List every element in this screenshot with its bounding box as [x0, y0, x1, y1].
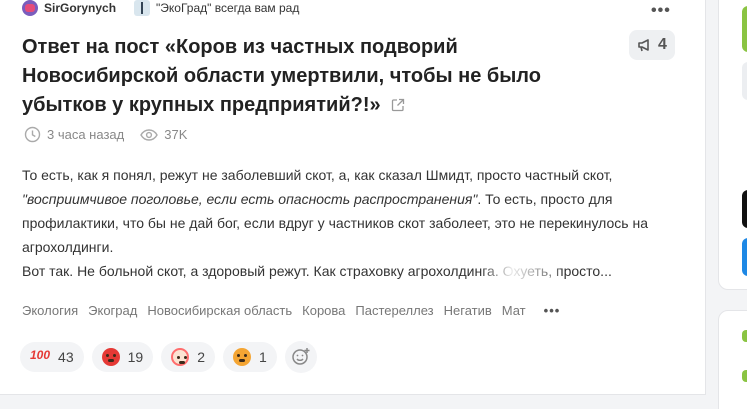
body-line-1: То есть, как я понял, режут не заболевши… — [22, 167, 613, 183]
repost-button[interactable]: 4 — [629, 30, 675, 60]
add-reaction-button[interactable] — [284, 341, 317, 373]
tag[interactable]: Негатив — [444, 303, 492, 318]
community-name[interactable]: "ЭкоГрад" всегда вам рад — [156, 1, 299, 15]
tag[interactable]: Мат — [502, 303, 526, 318]
sidebar-gray-block — [742, 62, 747, 100]
sidebar-green-marker — [742, 370, 747, 382]
clock-icon — [24, 126, 41, 143]
megaphone-icon — [638, 39, 649, 52]
author-name[interactable]: SirGorynych — [44, 1, 116, 15]
post-meta: SirGorynych "ЭкоГрад" всегда вам рад — [22, 0, 299, 16]
post-stats: 3 часа назад 37K — [24, 126, 203, 143]
sidebar-panel — [718, 310, 747, 409]
sidebar-app-badge[interactable] — [742, 190, 747, 228]
reaction-angry[interactable]: 19 — [91, 342, 154, 372]
post-time: 3 часа назад — [24, 126, 124, 143]
reaction-count: 2 — [197, 349, 205, 365]
post-title-text[interactable]: Ответ на пост «Коров из частных подворий… — [22, 36, 541, 116]
tag[interactable]: Экология — [22, 303, 78, 318]
post-title[interactable]: Ответ на пост «Коров из частных подворий… — [22, 33, 612, 120]
community-avatar[interactable] — [134, 0, 151, 16]
tag[interactable]: Новосибирская область — [147, 303, 292, 318]
body-paragraph-2: "восприимчивое поголовье, если есть опас… — [22, 187, 652, 259]
reaction-count: 1 — [258, 349, 267, 365]
add-emoji-icon — [292, 348, 310, 365]
angry-face-icon — [101, 348, 120, 366]
text-fade — [480, 257, 560, 281]
tag[interactable]: Экоград — [88, 303, 137, 318]
sidebar-green-button[interactable] — [742, 6, 747, 52]
more-dots-icon[interactable]: ••• — [651, 2, 671, 20]
tag-list: Экология Экоград Новосибирская область К… — [22, 303, 560, 318]
reaction-100[interactable]: 100 43 — [20, 342, 84, 372]
time-ago: 3 часа назад — [47, 127, 125, 142]
hundred-points-icon: 100 — [30, 348, 51, 362]
tag[interactable]: Пастереллез — [355, 303, 433, 318]
author-avatar[interactable] — [22, 0, 38, 16]
tag[interactable]: Корова — [302, 303, 345, 318]
clown-face-icon — [171, 348, 190, 366]
post-views: 37K — [140, 127, 187, 142]
views-count: 37K — [164, 127, 188, 142]
sidebar-green-marker — [742, 330, 747, 342]
scared-face-icon — [232, 348, 251, 366]
reactions-bar: 100 43 19 2 1 — [20, 341, 317, 373]
sidebar-app-badge[interactable] — [742, 238, 747, 276]
repost-count: 4 — [658, 36, 667, 53]
eye-icon — [140, 128, 159, 141]
reaction-scared[interactable]: 1 — [222, 342, 277, 372]
reaction-clown[interactable]: 2 — [161, 342, 215, 372]
reaction-count: 43 — [58, 349, 74, 365]
body-quote: "восприимчивое поголовье, если есть опас… — [22, 191, 478, 207]
more-tags-icon[interactable]: ••• — [544, 303, 561, 318]
post-card: SirGorynych "ЭкоГрад" всегда вам рад •••… — [0, 0, 706, 395]
external-link-icon[interactable] — [391, 98, 405, 112]
reaction-count: 19 — [127, 349, 144, 365]
